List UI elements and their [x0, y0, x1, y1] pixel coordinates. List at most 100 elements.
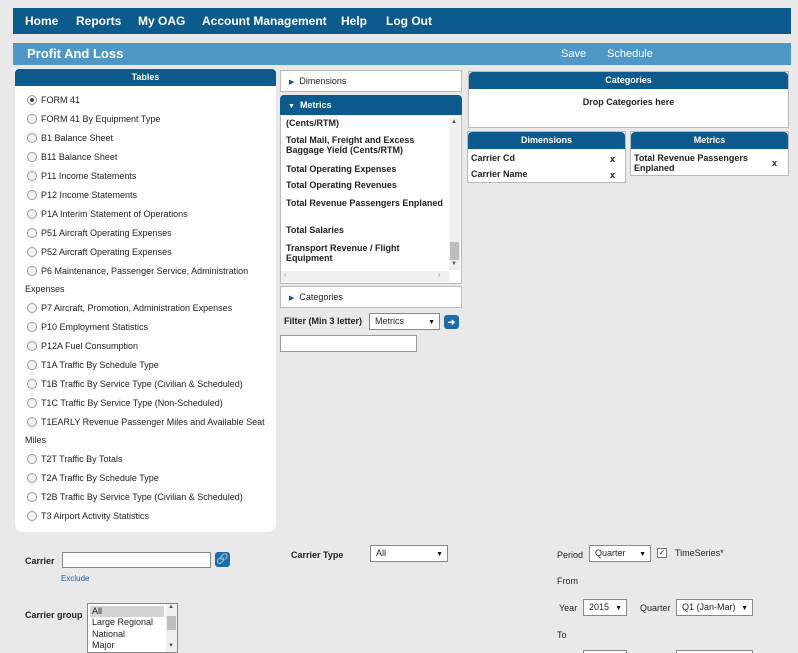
save-button[interactable]: Save [561, 48, 586, 60]
radio-icon[interactable] [27, 417, 37, 427]
from-year-select[interactable]: 2015 ▼ [583, 599, 627, 616]
selected-metrics-panel: Metrics Total Revenue Passengers Enplane… [630, 131, 789, 176]
carrier-group-option[interactable]: National [90, 629, 164, 640]
radio-icon[interactable] [27, 454, 37, 464]
filter-type-select[interactable]: Metrics ▼ [369, 313, 440, 330]
schedule-button[interactable]: Schedule [607, 48, 653, 60]
radio-icon[interactable] [27, 152, 37, 162]
nav-my-oag[interactable]: My OAG [138, 14, 185, 28]
carrier-group-option[interactable]: Major [90, 640, 164, 651]
nav-log-out[interactable]: Log Out [386, 14, 432, 28]
radio-icon[interactable] [27, 228, 37, 238]
metrics-list[interactable]: (Cents/RTM) Total Mail, Freight and Exce… [280, 116, 462, 284]
nav-help[interactable]: Help [341, 14, 367, 28]
quarter-label: Quarter [640, 603, 671, 613]
scroll-down-icon[interactable]: ▼ [168, 643, 174, 649]
remove-dimension-button[interactable]: x [610, 154, 615, 164]
categories-drop-panel[interactable]: Categories Drop Categories here [468, 71, 789, 128]
filter-go-button[interactable]: ➜ [444, 315, 459, 329]
scroll-left-icon[interactable]: ‹ [284, 272, 286, 279]
radio-icon[interactable] [27, 171, 37, 181]
radio-icon[interactable] [27, 209, 37, 219]
nav-home[interactable]: Home [25, 14, 58, 28]
radio-icon[interactable] [27, 303, 37, 313]
carrier-lookup-button[interactable]: 🔗 [215, 552, 230, 567]
arrow-right-icon: ➜ [447, 317, 456, 327]
checkmark-icon: ✓ [658, 548, 666, 557]
exclude-link[interactable]: Exclude [61, 574, 89, 583]
dimension-chip[interactable]: Carrier Cd [471, 153, 515, 163]
remove-dimension-button[interactable]: x [610, 170, 615, 180]
carrier-group-listbox[interactable]: All Large Regional National Major ▲ ▼ [87, 603, 178, 653]
radio-icon[interactable] [27, 266, 37, 276]
carrier-label: Carrier [25, 556, 55, 566]
radio-icon[interactable] [27, 341, 37, 351]
nav-account-management[interactable]: Account Management [202, 14, 327, 28]
categories-accordion: ▶ Categories [280, 286, 462, 308]
carrier-group-option[interactable]: Large Regional [90, 617, 164, 628]
page-title: Profit And Loss [27, 46, 124, 61]
chevron-down-icon: ▼ [615, 605, 622, 612]
categories-header: Categories [469, 72, 788, 89]
metrics-vertical-scrollbar[interactable]: ▲ ▼ [449, 118, 460, 270]
caret-right-icon: ▶ [289, 295, 295, 302]
timeseries-label: TimeSeries* [675, 548, 724, 558]
scroll-thumb[interactable] [167, 616, 176, 630]
dimensions-header: Dimensions [468, 132, 625, 149]
remove-metric-button[interactable]: x [772, 158, 777, 168]
carrier-group-option[interactable]: All [90, 606, 164, 617]
metric-item[interactable]: Transport Revenue / Flight Equipment [286, 243, 446, 263]
chevron-down-icon: ▼ [639, 551, 646, 558]
scroll-right-icon[interactable]: › [438, 272, 440, 279]
metric-item[interactable]: Total Operating Revenues [286, 180, 446, 190]
nav-reports[interactable]: Reports [76, 14, 121, 28]
selected-dimensions-panel: Dimensions Carrier Cd x Carrier Name x [467, 131, 626, 183]
carrier-group-label: Carrier group [25, 610, 83, 620]
radio-selected-icon[interactable] [27, 95, 37, 105]
caret-down-icon: ▼ [288, 103, 295, 110]
radio-icon[interactable] [27, 473, 37, 483]
carrier-group-scrollbar[interactable]: ▲ ▼ [166, 604, 177, 652]
radio-icon[interactable] [27, 398, 37, 408]
metric-item[interactable]: Total Mail, Freight and Excess Baggage Y… [286, 135, 446, 155]
metric-chip[interactable]: Total Revenue Passengers Enplaned [634, 153, 754, 173]
radio-icon[interactable] [27, 379, 37, 389]
scroll-up-icon[interactable]: ▲ [168, 604, 174, 610]
radio-icon[interactable] [27, 114, 37, 124]
dimensions-accordion: ▶ Dimensions [280, 70, 462, 92]
radio-icon[interactable] [27, 511, 37, 521]
radio-icon[interactable] [27, 322, 37, 332]
categories-drop-hint: Drop Categories here [582, 97, 675, 107]
filter-label: Filter (Min 3 letter) [284, 316, 363, 326]
dimensions-accordion-header[interactable]: ▶ Dimensions [281, 71, 461, 91]
metric-item[interactable]: Total Operating Expenses [286, 164, 446, 174]
metrics-horizontal-scrollbar[interactable]: ‹ › [281, 271, 449, 282]
metrics-accordion-header[interactable]: ▼ Metrics [280, 95, 462, 115]
radio-icon[interactable] [27, 492, 37, 502]
period-select[interactable]: Quarter ▼ [589, 545, 651, 562]
filter-input[interactable] [280, 335, 417, 352]
metric-item[interactable]: (Cents/RTM) [286, 118, 446, 128]
carrier-type-select[interactable]: All ▼ [370, 545, 448, 562]
metric-item[interactable]: Total Revenue Passengers Enplaned [286, 198, 446, 208]
scroll-down-icon[interactable]: ▼ [451, 261, 457, 267]
tables-panel: Tables FORM 41 FORM 41 By Equipment Type… [15, 69, 276, 532]
timeseries-checkbox[interactable]: ✓ [657, 548, 667, 558]
period-label: Period [557, 550, 584, 560]
from-label: From [557, 576, 578, 586]
scroll-up-icon[interactable]: ▲ [451, 119, 457, 125]
link-icon: 🔗 [216, 554, 229, 565]
radio-icon[interactable] [27, 360, 37, 370]
carrier-type-label: Carrier Type [291, 550, 344, 560]
categories-accordion-header[interactable]: ▶ Categories [281, 287, 461, 307]
tables-list: FORM 41 FORM 41 By Equipment Type B1 Bal… [25, 95, 265, 521]
from-quarter-select[interactable]: Q1 (Jan-Mar) ▼ [676, 599, 753, 616]
scroll-thumb[interactable] [450, 242, 459, 260]
carrier-input[interactable] [62, 552, 211, 568]
radio-icon[interactable] [27, 190, 37, 200]
tables-header: Tables [15, 69, 276, 86]
dimension-chip[interactable]: Carrier Name [471, 169, 528, 179]
radio-icon[interactable] [27, 133, 37, 143]
radio-icon[interactable] [27, 247, 37, 257]
metric-item[interactable]: Total Salaries [286, 225, 446, 235]
